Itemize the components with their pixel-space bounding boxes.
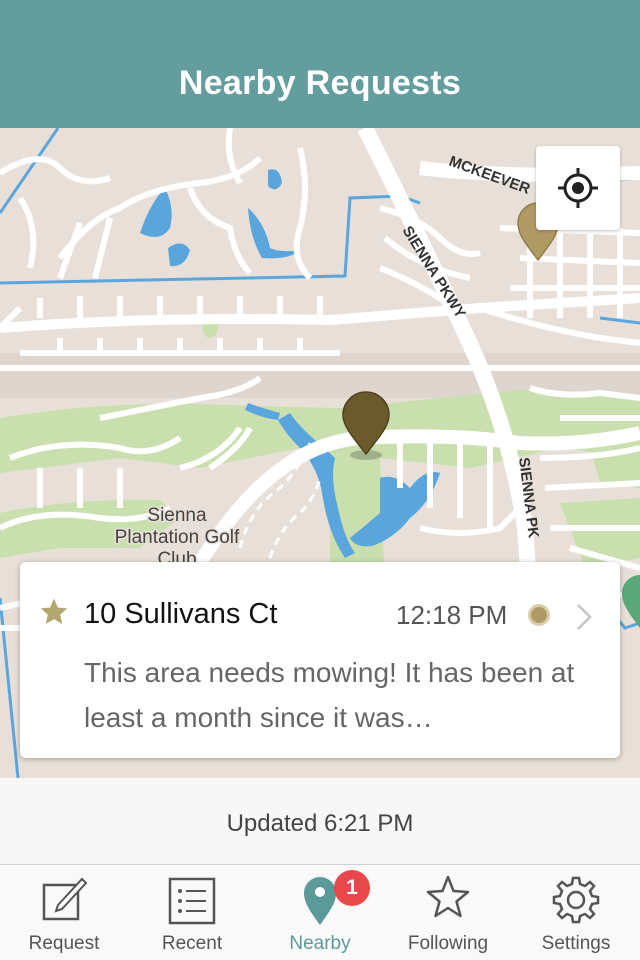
star-icon [426, 875, 470, 918]
compose-icon [42, 877, 88, 921]
crosshair-icon [558, 168, 598, 208]
tab-bar: Request Recent Nearby Following Settings [0, 864, 640, 960]
locate-me-button[interactable] [536, 146, 620, 230]
tab-recent[interactable]: Recent [128, 865, 256, 960]
request-description: This area needs mowing! It has been at l… [84, 657, 575, 733]
updated-timestamp: Updated 6:21 PM [226, 810, 414, 837]
tab-settings[interactable]: Settings [512, 865, 640, 960]
tab-label: Settings [541, 933, 611, 954]
notification-badge: 1 [334, 870, 370, 906]
list-icon [168, 877, 216, 925]
place-label-line-1: Sienna [147, 505, 207, 526]
tab-label: Nearby [289, 933, 351, 954]
page-title: Nearby Requests [178, 64, 462, 102]
request-time: 12:18 PM [396, 600, 508, 630]
request-address: 10 Sullivans Ct [84, 598, 278, 630]
place-label-line-2: Plantation Golf [115, 527, 240, 548]
tab-label: Following [407, 933, 489, 954]
tab-request[interactable]: Request [0, 865, 128, 960]
navigation-bar: Nearby Requests [0, 0, 640, 128]
tab-label: Request [28, 933, 100, 954]
request-callout[interactable]: 10 Sullivans Ct 12:18 PM This area needs… [20, 562, 620, 758]
star-icon [40, 598, 68, 624]
tab-label: Recent [161, 933, 223, 954]
chevron-right-icon[interactable] [574, 602, 594, 632]
updated-status-bar: Updated 6:21 PM [0, 778, 640, 864]
tab-following[interactable]: Following [384, 865, 512, 960]
gear-icon [552, 876, 600, 924]
status-indicator [528, 604, 550, 626]
